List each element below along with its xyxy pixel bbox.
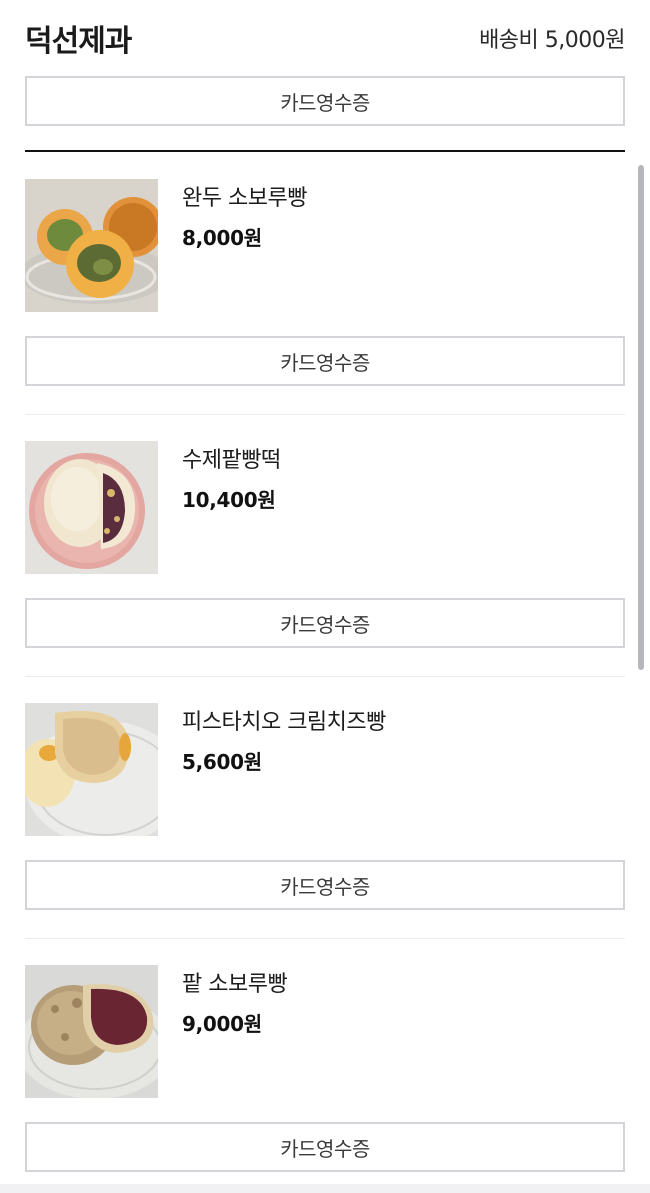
card-receipt-button[interactable]: 카드영수증 — [25, 860, 625, 910]
item-name: 팥 소보루빵 — [182, 972, 288, 997]
product-image-pea-soboro — [25, 179, 158, 312]
item-name: 수제팥빵떡 — [182, 448, 281, 473]
item-divider — [25, 938, 625, 939]
item-divider — [25, 414, 625, 415]
item-divider — [25, 676, 625, 677]
product-image-redbean-soboro — [25, 965, 158, 1098]
card-receipt-button[interactable]: 카드영수증 — [25, 336, 625, 386]
store-card-receipt-button[interactable]: 카드영수증 — [25, 76, 625, 126]
item-price: 5,600원 — [182, 750, 262, 774]
list-item: 수제팥빵떡 10,400원 카드영수증 — [25, 414, 625, 676]
card-receipt-button[interactable]: 카드영수증 — [25, 598, 625, 648]
item-name: 완두 소보루빵 — [182, 186, 307, 211]
list-item: 팥 소보루빵 9,000원 카드영수증 — [25, 938, 625, 1193]
vertical-scrollbar[interactable] — [638, 165, 644, 670]
card-receipt-button[interactable]: 카드영수증 — [25, 1122, 625, 1172]
item-price: 10,400원 — [182, 488, 276, 512]
product-image-redbean-rice-cake — [25, 441, 158, 574]
item-name: 피스타치오 크림치즈빵 — [182, 710, 386, 735]
list-item: 피스타치오 크림치즈빵 5,600원 카드영수증 — [25, 676, 625, 938]
store-name: 덕선제과 — [25, 24, 132, 59]
order-item-list: 완두 소보루빵 8,000원 카드영수증 수제팥빵떡 10,400원 카드영수증… — [25, 152, 625, 1193]
product-image-pistachio-cream-cheese — [25, 703, 158, 836]
shipping-fee: 배송비 5,000원 — [479, 28, 625, 53]
item-price: 9,000원 — [182, 1012, 262, 1036]
bottom-edge — [0, 1184, 650, 1193]
store-header: 덕선제과 배송비 5,000원 — [25, 14, 625, 62]
list-item: 완두 소보루빵 8,000원 카드영수증 — [25, 152, 625, 414]
order-page: 덕선제과 배송비 5,000원 카드영수증 완두 소보루빵 8,000원 카드영… — [0, 0, 650, 1193]
item-price: 8,000원 — [182, 226, 262, 250]
